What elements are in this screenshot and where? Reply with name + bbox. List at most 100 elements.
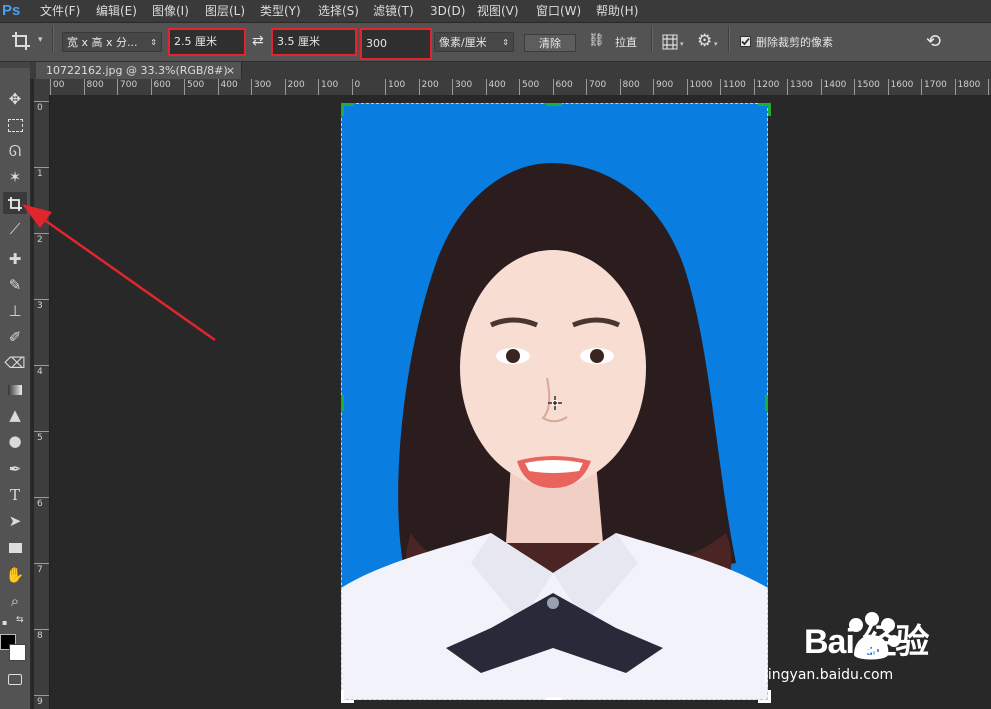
move-tool-icon[interactable]: ✥ [3, 88, 27, 110]
crop-handle-top[interactable] [546, 103, 562, 106]
ruler-tick [34, 629, 49, 630]
crop-boundary[interactable] [341, 103, 768, 700]
blur-tool-icon[interactable]: ▲ [3, 404, 27, 426]
crop-preset-select[interactable]: 宽 x 高 x 分... ⇕ [62, 32, 162, 52]
hand-tool-icon[interactable]: ✋ [3, 564, 27, 586]
ruler-origin[interactable] [34, 79, 51, 96]
ruler-tick [653, 79, 654, 95]
ruler-tick [485, 79, 487, 95]
ruler-tick-label: 800 [86, 80, 104, 90]
background-color-swatch[interactable] [9, 644, 26, 661]
ruler-tick-label: 1000 [689, 80, 713, 90]
ruler-tick [34, 101, 49, 102]
delete-cropped-checkbox[interactable] [740, 36, 751, 47]
zoom-tool-icon[interactable]: ⌕ [3, 590, 27, 612]
ruler-tick-label: 800 [622, 80, 640, 90]
ruler-tick-label: 200 [287, 80, 305, 90]
panel-grip[interactable] [0, 62, 30, 68]
ruler-tick-label: 9 [37, 697, 43, 707]
select-arrows-icon: ⇕ [502, 38, 509, 47]
tool-preset-dropdown-icon[interactable]: ▾ [38, 35, 43, 45]
path-selection-tool-icon[interactable]: ➤ [3, 510, 27, 532]
ruler-tick [34, 365, 49, 366]
horizontal-ruler[interactable]: 00 800 700 600 500 400 300 200 100 0 100 200 300 400 5… [50, 79, 991, 96]
quick-mask-icon[interactable] [3, 668, 27, 690]
ruler-tick [418, 79, 420, 95]
crop-height-input[interactable]: 3.5 厘米 [271, 28, 357, 56]
lasso-tool-icon[interactable]: ᘏ [3, 140, 27, 162]
ruler-tick [83, 79, 85, 95]
resolution-unit-select[interactable]: 像素/厘米 ⇕ [434, 32, 514, 52]
menu-item-3[interactable]: 图层(L) [205, 3, 245, 19]
delete-cropped-label: 删除裁剪的像素 [756, 36, 833, 49]
document-tab[interactable]: 10722162.jpg @ 33.3%(RGB/8#) × [36, 62, 242, 79]
ruler-tick-label: 7 [37, 565, 43, 575]
crop-handle-bottom-left[interactable] [341, 690, 354, 703]
close-tab-icon[interactable]: × [226, 62, 235, 79]
crop-handle-right[interactable] [765, 395, 768, 411]
crop-handle-top-right[interactable] [758, 103, 771, 116]
menu-bar: Ps 文件(F) 编辑(E) 图像(I) 图层(L) 类型(Y) 选择(S) 滤镜(T) 3D… [0, 0, 991, 23]
default-colors-icon[interactable]: ▪ [2, 618, 7, 627]
marquee-tool-icon[interactable] [3, 114, 27, 136]
crop-handle-bottom[interactable] [546, 697, 562, 700]
overlay-options-arrow-icon[interactable]: ▾ [680, 40, 684, 48]
ruler-tick-label: 700 [589, 80, 607, 90]
gradient-tool-icon[interactable] [3, 378, 27, 400]
eraser-tool-icon[interactable]: ⌫ [3, 352, 27, 374]
menu-item-1[interactable]: 编辑(E) [96, 3, 137, 19]
annotation-arrow [22, 204, 216, 342]
menu-item-10[interactable]: 帮助(H) [596, 3, 638, 19]
swap-colors-icon[interactable]: ⇆ [16, 615, 24, 625]
swap-dimensions-icon[interactable]: ⇄ [252, 33, 264, 49]
type-tool-icon[interactable]: T [3, 484, 27, 506]
crop-handle-top-left[interactable] [341, 103, 354, 116]
ruler-tick [887, 79, 889, 95]
ruler-tick [34, 431, 49, 432]
ruler-tick-label: 500 [187, 80, 205, 90]
options-bar: ▾ 宽 x 高 x 分... ⇕ 2.5 厘米 ⇄ 3.5 厘米 300 像素/… [0, 23, 991, 62]
crop-handle-left[interactable] [341, 395, 344, 411]
menu-item-7[interactable]: 3D(D) [430, 3, 465, 19]
ruler-tick-label: 1100 [723, 80, 746, 90]
crop-handle-bottom-right[interactable] [758, 690, 771, 703]
ruler-tick-label: 200 [421, 80, 439, 90]
ruler-tick-label: 1600 [890, 80, 914, 90]
dodge-tool-icon[interactable]: ● [3, 430, 27, 452]
menu-item-9[interactable]: 窗口(W) [536, 3, 581, 19]
ruler-tick-label: 0 [37, 103, 43, 113]
crop-width-input[interactable]: 2.5 厘米 [168, 28, 246, 56]
clear-button[interactable]: 清除 [524, 34, 576, 52]
crop-resolution-value: 300 [366, 37, 387, 50]
menu-item-4[interactable]: 类型(Y) [260, 3, 301, 19]
crop-height-value: 3.5 厘米 [277, 35, 320, 48]
menu-item-0[interactable]: 文件(F) [40, 3, 80, 19]
straighten-label[interactable]: 拉直 [615, 35, 637, 51]
ruler-tick [34, 563, 49, 564]
reset-icon[interactable]: ⟲ [926, 31, 941, 52]
ruler-tick-label: 8 [37, 631, 43, 641]
straighten-icon[interactable]: ⛓ [588, 33, 605, 48]
pen-tool-icon[interactable]: ✒ [3, 458, 27, 480]
ruler-tick-label: 400 [488, 80, 506, 90]
ruler-tick-label: 600 [153, 80, 171, 90]
settings-gear-icon[interactable]: ⚙ [697, 31, 712, 51]
vertical-ruler[interactable]: 0123456789 [34, 95, 50, 709]
ruler-tick-label: 1700 [924, 80, 947, 90]
menu-item-2[interactable]: 图像(I) [152, 3, 189, 19]
settings-arrow-icon[interactable]: ▾ [714, 40, 718, 48]
ruler-tick [519, 79, 520, 95]
menu-item-5[interactable]: 选择(S) [318, 3, 359, 19]
rectangle-tool-icon[interactable] [3, 536, 27, 558]
ruler-tick [988, 79, 989, 95]
magic-wand-tool-icon[interactable]: ✶ [3, 166, 27, 188]
ruler-tick-label: 1 [37, 169, 43, 179]
menu-item-6[interactable]: 滤镜(T) [373, 3, 414, 19]
overlay-grid-icon[interactable] [662, 34, 678, 50]
ruler-tick-label: 300 [254, 80, 272, 90]
ruler-tick [452, 79, 453, 95]
crop-resolution-input[interactable]: 300 [360, 28, 432, 60]
menu-item-8[interactable]: 视图(V) [477, 3, 519, 19]
ruler-tick-label: 600 [555, 80, 573, 90]
crop-tool-icon[interactable] [10, 30, 32, 52]
